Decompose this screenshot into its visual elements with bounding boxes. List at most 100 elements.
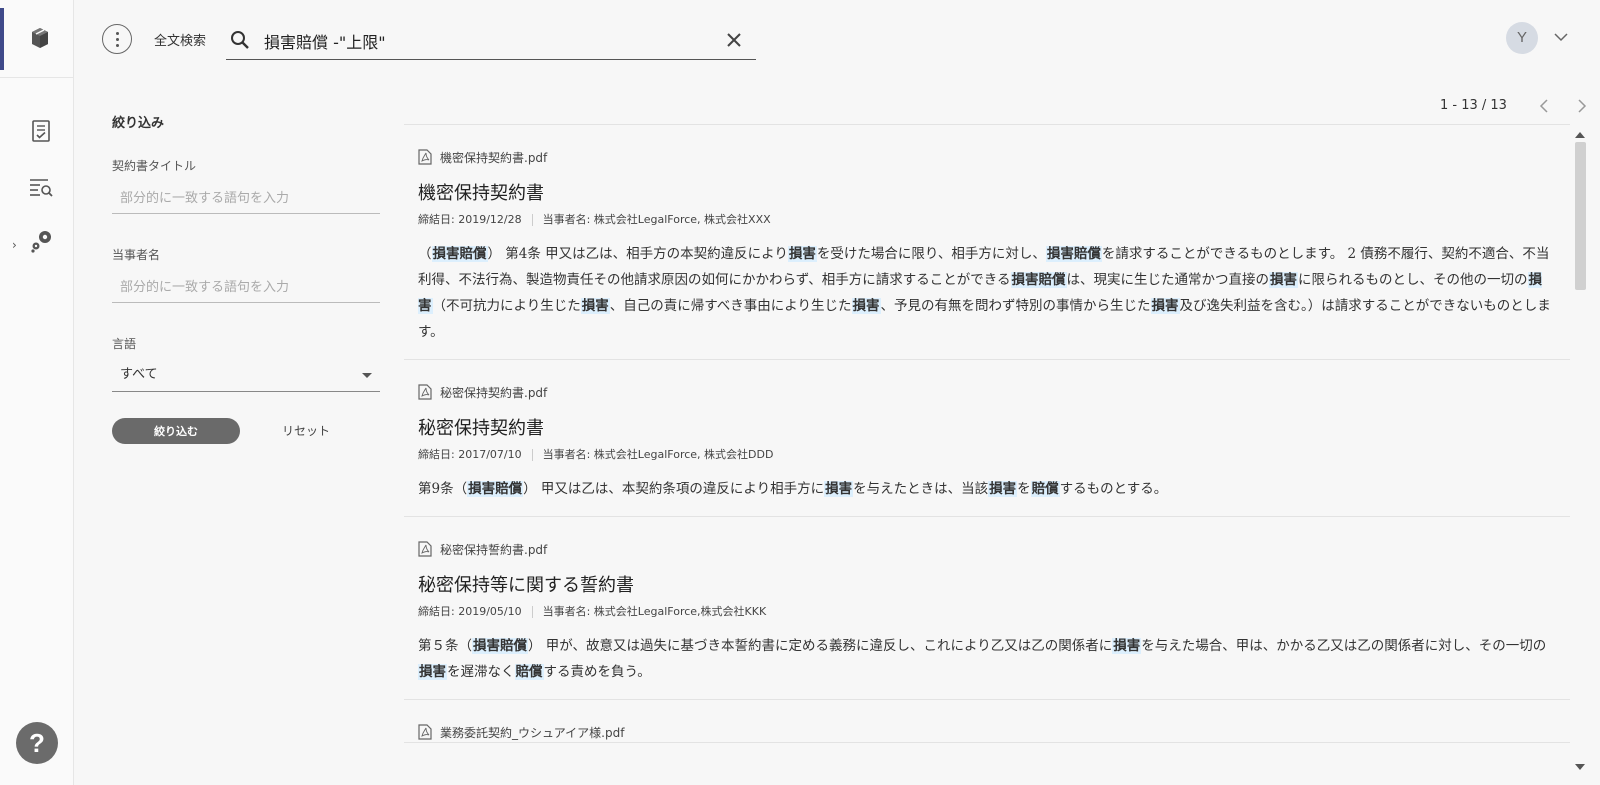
pdf-file-icon bbox=[418, 724, 432, 740]
snippet-text: 第9条（ bbox=[418, 481, 468, 497]
highlight-term: 損害 bbox=[851, 298, 881, 314]
highlight-term: 損害賠償 bbox=[431, 246, 488, 262]
language-select[interactable]: すべて bbox=[112, 362, 380, 392]
pagination: 1 - 13 / 13 bbox=[1440, 96, 1600, 118]
results-list: 機密保持契約書.pdf 機密保持契約書 締結日: 2019/12/28 当事者名: 株… bbox=[404, 124, 1570, 785]
result-card[interactable]: 業務委託契約_ウシュアイア様.pdf bbox=[404, 722, 1570, 743]
snippet-text: ） 第4条 甲又は乙は、相手方の本契約違反により bbox=[487, 246, 788, 262]
result-count: 1 - 13 / 13 bbox=[1440, 98, 1507, 113]
list-search-icon[interactable] bbox=[28, 174, 54, 200]
cube-logo-icon[interactable] bbox=[26, 24, 54, 52]
scroll-up-icon[interactable] bbox=[1575, 132, 1585, 138]
snippet-text: を受けた場合に限り、相手方に対し、 bbox=[816, 246, 1046, 262]
snippet-text: ） 甲又は乙は、本契約条項の違反により相手方に bbox=[523, 481, 825, 497]
result-file-name: 秘密保持誓約書.pdf bbox=[440, 542, 548, 557]
result-file-name: 秘密保持契約書.pdf bbox=[440, 385, 548, 400]
gears-icon[interactable] bbox=[28, 228, 54, 254]
result-parties: 当事者名: 株式会社LegalForce,株式会社KKK bbox=[542, 605, 767, 618]
dropdown-arrow-icon bbox=[362, 373, 372, 378]
meta-divider bbox=[531, 449, 533, 461]
filter-title: 絞り込み bbox=[112, 116, 165, 131]
result-meta: 締結日: 2019/12/28 当事者名: 株式会社LegalForce, 株式会… bbox=[418, 211, 1556, 227]
result-file[interactable]: 秘密保持誓約書.pdf bbox=[418, 539, 1556, 559]
result-file[interactable]: 業務委託契約_ウシュアイア様.pdf bbox=[418, 722, 1556, 742]
search-input[interactable] bbox=[264, 28, 704, 54]
highlight-term: 損害 bbox=[988, 481, 1018, 497]
result-card[interactable]: 秘密保持誓約書.pdf 秘密保持等に関する誓約書締結日: 2019/05/10 当事… bbox=[404, 539, 1570, 700]
snippet-text: （不可抗力により生じた bbox=[432, 298, 581, 314]
result-file[interactable]: 秘密保持契約書.pdf bbox=[418, 382, 1556, 402]
language-select-value: すべて bbox=[120, 367, 158, 382]
meta-divider bbox=[531, 214, 533, 226]
search-icon bbox=[231, 31, 249, 49]
apply-filter-button[interactable]: 絞り込む bbox=[112, 418, 240, 444]
reset-button[interactable]: リセット bbox=[282, 422, 330, 439]
highlight-term: 賠償 bbox=[514, 664, 544, 680]
snippet-text: を遅滞なく bbox=[447, 664, 515, 680]
highlight-term: 損害 bbox=[1150, 298, 1180, 314]
close-icon[interactable] bbox=[724, 30, 744, 50]
avatar[interactable]: Y bbox=[1506, 22, 1538, 54]
result-title[interactable]: 秘密保持契約書 bbox=[418, 414, 1556, 439]
scroll-down-icon[interactable] bbox=[1575, 764, 1585, 770]
result-card[interactable]: 秘密保持契約書.pdf 秘密保持契約書締結日: 2017/07/10 当事者名: 株… bbox=[404, 382, 1570, 517]
snippet-text: 、予見の有無を問わず特別の事情から生じた bbox=[880, 298, 1151, 314]
scroll-thumb[interactable] bbox=[1575, 142, 1586, 290]
chevron-left-icon[interactable] bbox=[1536, 98, 1552, 114]
result-file[interactable]: 機密保持契約書.pdf bbox=[418, 147, 1556, 167]
snippet-text: は、現実に生じた通常かつ直接の bbox=[1066, 272, 1270, 288]
filter-panel: 絞り込み 契約書タイトル 当事者名 言語 すべて 絞り込む リセット bbox=[112, 112, 380, 444]
chevron-down-icon[interactable] bbox=[1552, 28, 1570, 46]
result-parties: 当事者名: 株式会社LegalForce, 株式会社DDD bbox=[542, 448, 774, 461]
result-snippet: （損害賠償） 第4条 甲又は乙は、相手方の本契約違反により損害を受けた場合に限り… bbox=[418, 241, 1556, 345]
language-label: 言語 bbox=[112, 337, 137, 351]
highlight-term: 損害 bbox=[824, 481, 854, 497]
pdf-file-icon bbox=[418, 541, 432, 557]
contract-title-input[interactable] bbox=[112, 184, 380, 212]
snippet-text: 、自己の責に帰すべき事由により生じた bbox=[609, 298, 852, 314]
party-input[interactable] bbox=[112, 273, 380, 301]
chevron-right-icon[interactable] bbox=[1574, 98, 1590, 114]
result-title[interactable]: 機密保持契約書 bbox=[418, 179, 1556, 204]
meta-divider bbox=[531, 606, 533, 618]
highlight-term: 損害賠償 bbox=[467, 481, 524, 497]
scrollbar[interactable] bbox=[1572, 124, 1588, 785]
snippet-text: 第５条（ bbox=[418, 638, 472, 654]
snippet-text: （ bbox=[418, 246, 432, 262]
highlight-term: 損害賠償 bbox=[472, 638, 528, 654]
result-snippet: 第9条（損害賠償） 甲又は乙は、本契約条項の違反により相手方に損害を与えたときは… bbox=[418, 476, 1556, 502]
highlight-term: 損害賠償 bbox=[1045, 246, 1102, 262]
pdf-file-icon bbox=[418, 384, 432, 400]
search-mode-label[interactable]: 全文検索 bbox=[154, 30, 206, 49]
expand-chevron-icon[interactable]: › bbox=[12, 238, 17, 252]
result-file-name: 機密保持契約書.pdf bbox=[440, 150, 548, 165]
document-check-icon[interactable] bbox=[28, 118, 54, 144]
top-bar: 全文検索 Y bbox=[74, 0, 1600, 78]
snippet-text: ） 甲が、故意又は過失に基づき本誓約書に定める義務に違反し、これにより乙又は乙の… bbox=[528, 638, 1113, 654]
result-meta: 締結日: 2019/05/10 当事者名: 株式会社LegalForce,株式会社… bbox=[418, 603, 1556, 619]
contract-title-label: 契約書タイトル bbox=[112, 159, 197, 173]
snippet-text: に限られるものとし、その他の一切の bbox=[1298, 272, 1528, 288]
contract-title-field-wrap bbox=[112, 184, 380, 214]
kebab-menu-icon[interactable] bbox=[102, 24, 132, 54]
result-date: 締結日: 2017/07/10 bbox=[418, 448, 522, 461]
snippet-text: を bbox=[1017, 481, 1031, 497]
highlight-term: 損害 bbox=[1112, 638, 1142, 654]
result-date: 締結日: 2019/12/28 bbox=[418, 213, 522, 226]
help-icon[interactable]: ? bbox=[16, 722, 58, 764]
highlight-term: 損害 bbox=[418, 664, 447, 680]
result-card[interactable]: 機密保持契約書.pdf 機密保持契約書締結日: 2019/12/28 当事者名: 株… bbox=[404, 147, 1570, 360]
snippet-text: を与えた場合、甲は、かかる乙又は乙の関係者に対し、その一切の bbox=[1141, 638, 1547, 654]
result-file-name: 業務委託契約_ウシュアイア様.pdf bbox=[440, 725, 625, 740]
snippet-text: するものとする。 bbox=[1059, 481, 1168, 497]
filter-buttons: 絞り込む リセット bbox=[112, 418, 380, 444]
result-title[interactable]: 秘密保持等に関する誓約書 bbox=[418, 571, 1556, 596]
result-snippet: 第５条（損害賠償） 甲が、故意又は過失に基づき本誓約書に定める義務に違反し、これ… bbox=[418, 633, 1556, 685]
highlight-term: 損害 bbox=[1269, 272, 1299, 288]
side-rail: › ? bbox=[0, 0, 74, 785]
search-box bbox=[226, 22, 756, 60]
highlight-term: 損害 bbox=[580, 298, 610, 314]
pdf-file-icon bbox=[418, 149, 432, 165]
highlight-term: 賠償 bbox=[1030, 481, 1060, 497]
party-label: 当事者名 bbox=[112, 248, 161, 262]
